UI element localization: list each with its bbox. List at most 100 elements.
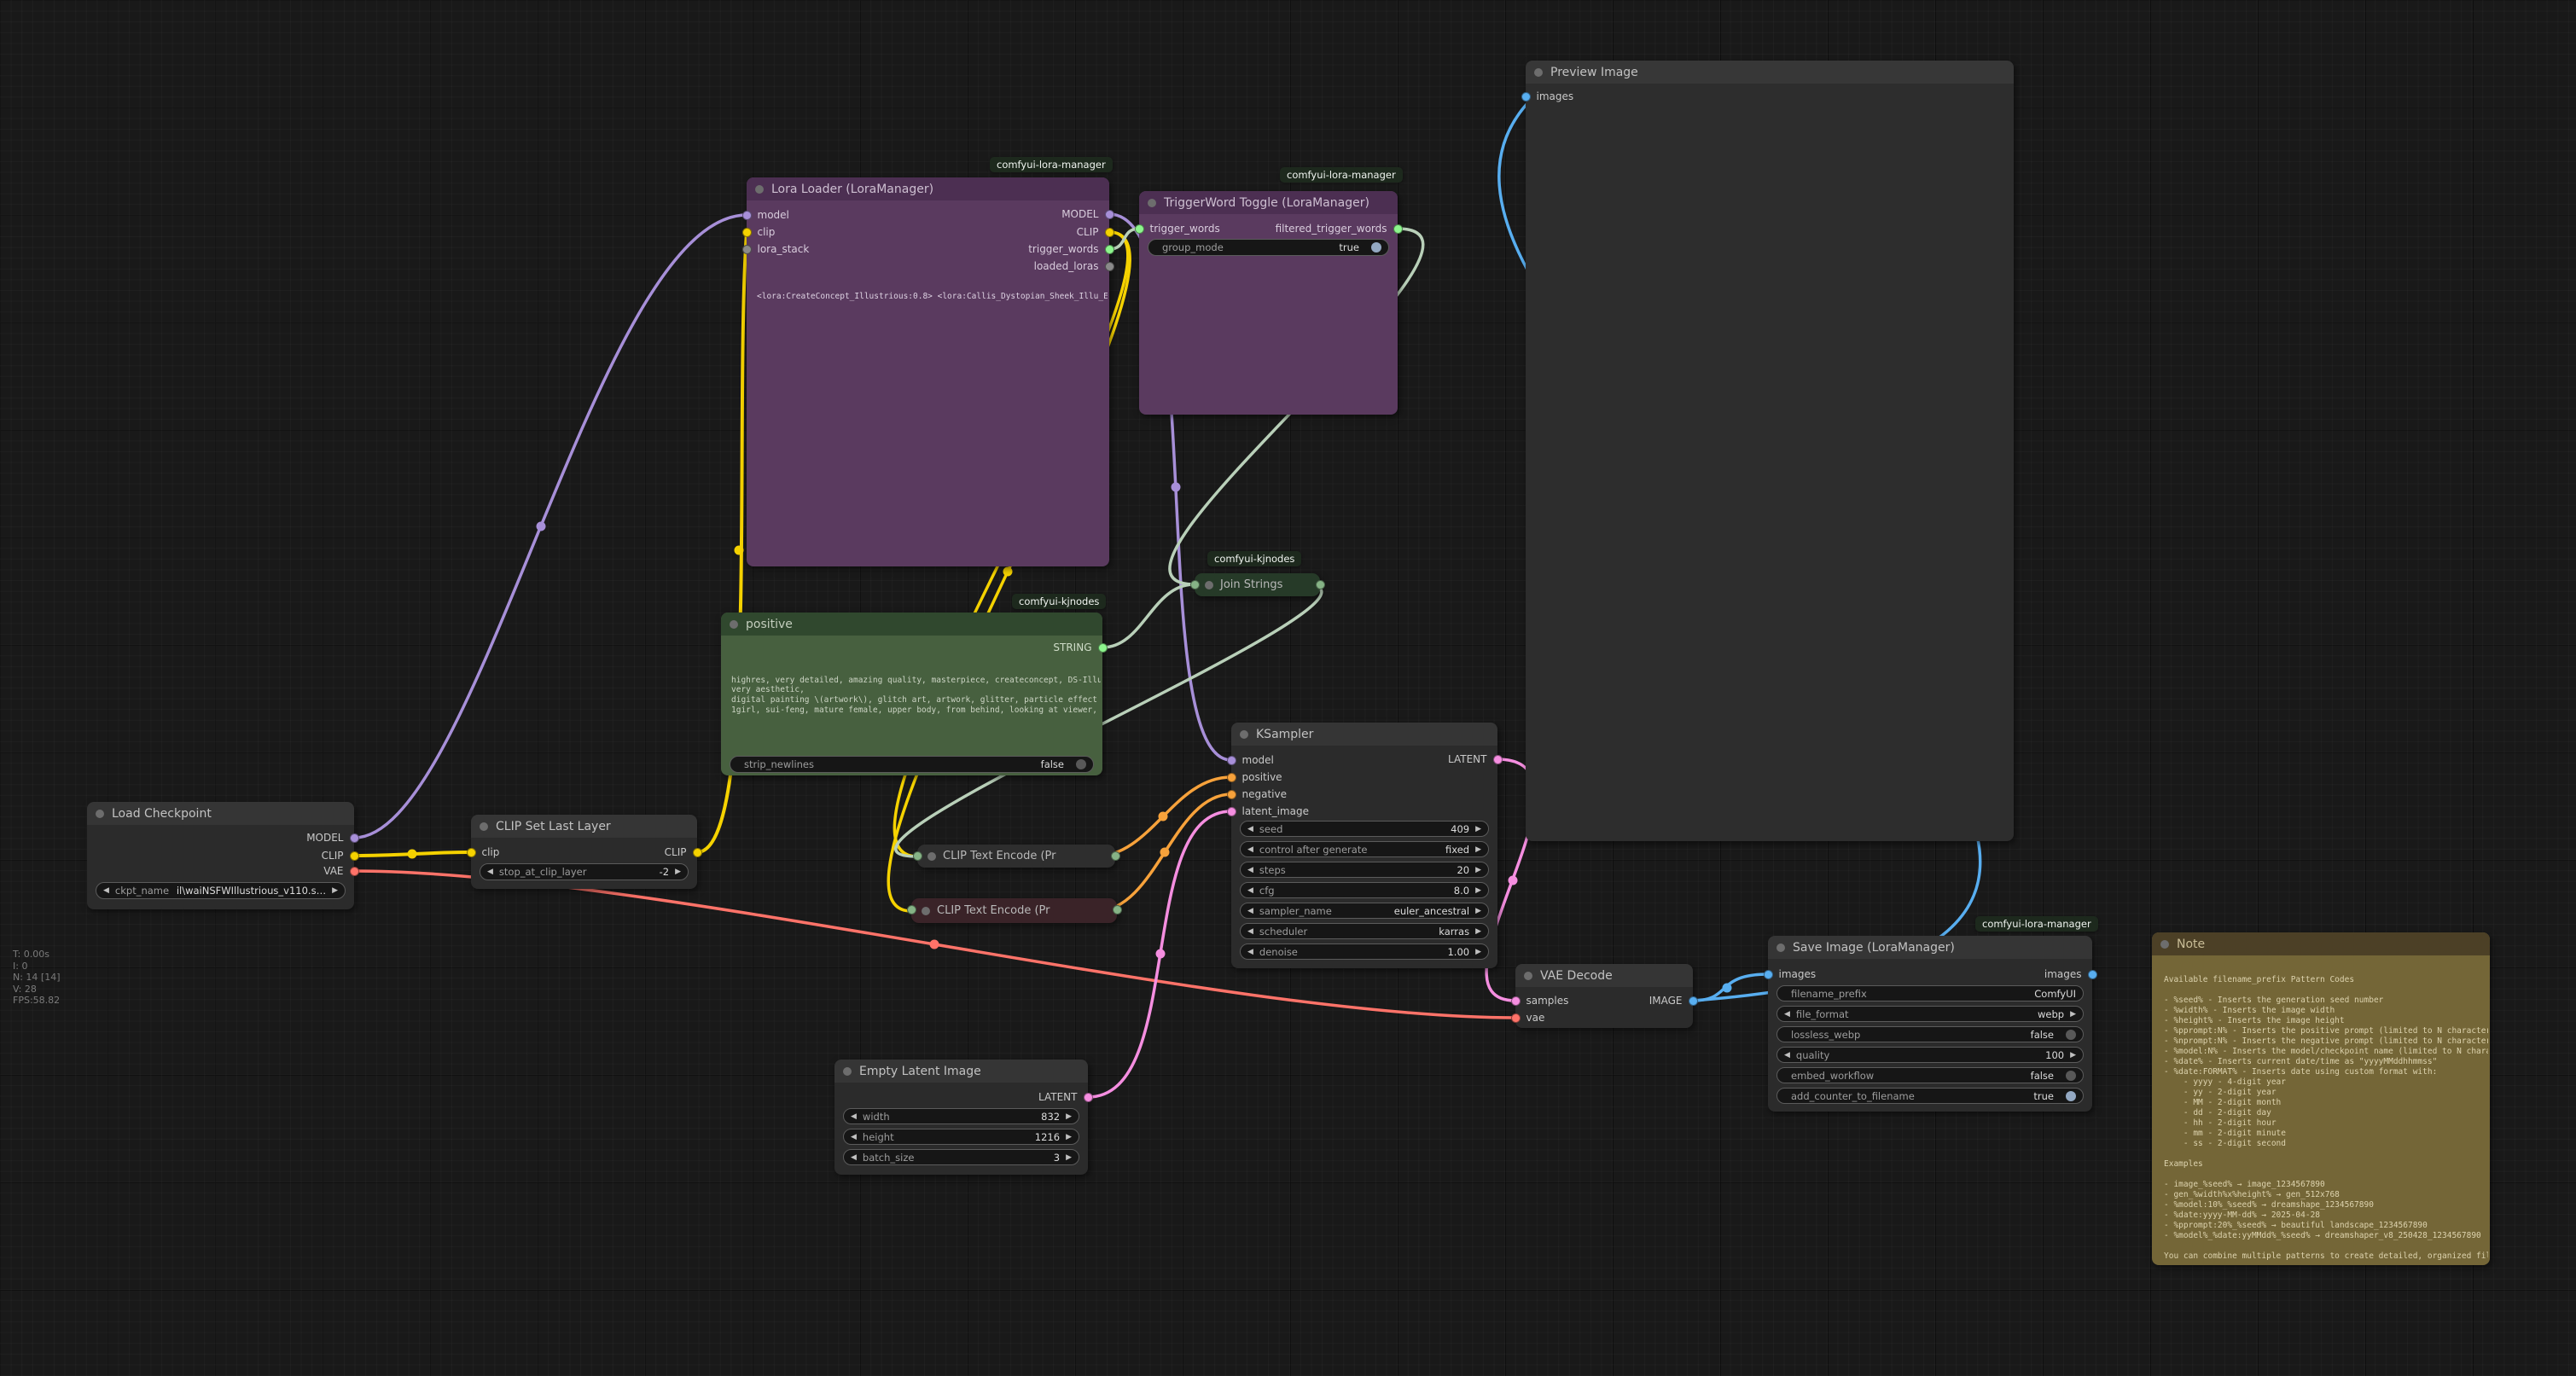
embed-workflow-toggle[interactable]: embed_workflowfalse	[1776, 1067, 2084, 1083]
combo-left-arrow-icon[interactable]: ◀	[1784, 1010, 1790, 1019]
comfyui-canvas[interactable]: { "colors": { "model": "#a78fd8", "clip"…	[0, 0, 2576, 1376]
lora-syntax-text[interactable]: <lora:CreateConcept_Illustrious:0.8> <lo…	[757, 292, 1108, 302]
stepper-left-arrow-icon[interactable]: ◀	[851, 1133, 857, 1141]
input-port-model[interactable]: model	[742, 207, 789, 223]
combo-right-arrow-icon[interactable]: ▶	[2070, 1010, 2076, 1019]
stepper-left-arrow-icon[interactable]: ◀	[1247, 886, 1253, 895]
stepper-left-arrow-icon[interactable]: ◀	[851, 1153, 857, 1162]
link-dot[interactable]	[1509, 876, 1518, 885]
link-dot[interactable]	[1159, 812, 1168, 822]
model-port-dot[interactable]	[1227, 756, 1236, 765]
input-port-model[interactable]: model	[1227, 752, 1274, 768]
collapsed-output-dot[interactable]	[1111, 851, 1120, 861]
model-port-dot[interactable]	[742, 211, 752, 220]
clip-port-dot[interactable]	[350, 851, 359, 861]
input-port-images[interactable]: images	[1521, 89, 1574, 104]
output-port-vae[interactable]: VAE	[323, 863, 358, 879]
link-dot[interactable]	[1003, 567, 1013, 577]
stepper-left-arrow-icon[interactable]: ◀	[1247, 825, 1253, 833]
toggle-knob[interactable]	[2066, 1030, 2076, 1040]
link-dot[interactable]	[537, 522, 546, 531]
combo-left-arrow-icon[interactable]: ◀	[1247, 927, 1253, 936]
combo-right-arrow-icon[interactable]: ▶	[332, 886, 338, 895]
input-port-trigger-words[interactable]: trigger_words	[1135, 221, 1220, 236]
link-dot[interactable]	[408, 850, 417, 859]
output-port-trigger-words[interactable]: trigger_words	[1028, 241, 1114, 257]
collapse-dot[interactable]	[2160, 940, 2169, 949]
conditioning-port-dot[interactable]	[1227, 790, 1236, 799]
node-triggerword-toggle[interactable]: TriggerWord Toggle (LoraManager) trigger…	[1139, 191, 1398, 415]
sampler-name-combo[interactable]: ◀sampler_nameeuler_ancestral▶	[1240, 903, 1489, 919]
input-port-negative[interactable]: negative	[1227, 787, 1287, 802]
width-stepper[interactable]: ◀width832▶	[843, 1108, 1079, 1124]
stepper-right-arrow-icon[interactable]: ▶	[1475, 948, 1481, 956]
loaded-loras-port-dot[interactable]	[1105, 262, 1114, 271]
collapsed-input-dot[interactable]	[913, 851, 922, 861]
output-port-model[interactable]: MODEL	[306, 830, 358, 845]
collapse-dot[interactable]	[1524, 972, 1532, 980]
stepper-right-arrow-icon[interactable]: ▶	[1066, 1133, 1072, 1141]
output-port-loaded-loras[interactable]: loaded_loras	[1034, 258, 1114, 274]
image-port-dot[interactable]	[1689, 996, 1698, 1006]
toggle-knob[interactable]	[1076, 759, 1086, 769]
height-stepper[interactable]: ◀height1216▶	[843, 1129, 1079, 1145]
collapse-dot[interactable]	[1534, 68, 1543, 77]
model-port-dot[interactable]	[350, 833, 359, 843]
link-dot[interactable]	[735, 546, 744, 555]
stepper-right-arrow-icon[interactable]: ▶	[1475, 825, 1481, 833]
node-title-bar[interactable]: TriggerWord Toggle (LoraManager)	[1139, 191, 1398, 214]
input-port-samples[interactable]: samples	[1511, 993, 1569, 1008]
output-port-latent[interactable]: LATENT	[1038, 1089, 1092, 1105]
collapsed-output-dot[interactable]	[1316, 580, 1325, 589]
image-port-dot[interactable]	[2088, 970, 2097, 979]
input-port-latent-image[interactable]: latent_image	[1227, 804, 1309, 819]
node-title-bar[interactable]: positive	[721, 613, 1102, 636]
seed-stepper[interactable]: ◀seed409▶	[1240, 821, 1489, 837]
stop-at-clip-layer-stepper[interactable]: ◀ stop_at_clip_layer -2 ▶	[480, 863, 689, 880]
vae-port-dot[interactable]	[1511, 1013, 1521, 1023]
batch-size-stepper[interactable]: ◀batch_size3▶	[843, 1149, 1079, 1165]
output-port-clip[interactable]: CLIP	[322, 848, 359, 863]
output-port-clip[interactable]: CLIP	[665, 845, 702, 860]
input-port-lora-stack[interactable]: lora_stack	[742, 241, 810, 257]
node-title-bar[interactable]: Empty Latent Image	[834, 1060, 1088, 1083]
collapse-dot[interactable]	[1240, 730, 1248, 739]
node-empty-latent-image[interactable]: Empty Latent Image LATENT ◀width832▶ ◀he…	[834, 1060, 1088, 1175]
node-title-bar[interactable]: Lora Loader (LoraManager)	[747, 177, 1109, 200]
model-port-dot[interactable]	[1105, 210, 1114, 219]
node-title-bar[interactable]: Save Image (LoraManager)	[1768, 936, 2092, 959]
node-positive-prompt[interactable]: positive STRING highres, very detailed, …	[721, 613, 1102, 775]
positive-prompt-text[interactable]: highres, very detailed, amazing quality,…	[731, 676, 1101, 716]
denoise-stepper[interactable]: ◀denoise1.00▶	[1240, 943, 1489, 960]
node-ksampler[interactable]: KSampler model positive negative latent_…	[1231, 723, 1497, 968]
conditioning-port-dot[interactable]	[1227, 773, 1236, 782]
combo-left-arrow-icon[interactable]: ◀	[1247, 845, 1253, 854]
node-vae-decode[interactable]: VAE Decode samples vae IMAGE	[1515, 964, 1693, 1028]
latent-port-dot[interactable]	[1227, 807, 1236, 816]
stepper-left-arrow-icon[interactable]: ◀	[1784, 1051, 1790, 1060]
output-port-image[interactable]: IMAGE	[1649, 993, 1698, 1008]
vae-port-dot[interactable]	[350, 867, 359, 876]
input-port-positive[interactable]: positive	[1227, 769, 1282, 785]
stepper-right-arrow-icon[interactable]: ▶	[1066, 1153, 1072, 1162]
node-clip-text-encode-negative[interactable]: CLIP Text Encode (Pr	[911, 898, 1117, 923]
filename-prefix-field[interactable]: filename_prefixComfyUI	[1776, 985, 2084, 1002]
stepper-right-arrow-icon[interactable]: ▶	[1475, 866, 1481, 874]
lora-stack-port-dot[interactable]	[742, 245, 752, 254]
collapse-dot[interactable]	[1148, 199, 1156, 207]
stepper-right-arrow-icon[interactable]: ▶	[1066, 1112, 1072, 1121]
collapse-dot[interactable]	[730, 620, 738, 629]
node-title-bar[interactable]: KSampler	[1231, 723, 1497, 746]
output-port-string[interactable]: STRING	[1053, 640, 1107, 655]
node-save-image[interactable]: Save Image (LoraManager) images images f…	[1768, 936, 2092, 1112]
filtered-trigger-words-port-dot[interactable]	[1393, 224, 1403, 234]
node-title-bar[interactable]: CLIP Set Last Layer	[471, 815, 697, 838]
add-counter-to-filename-toggle[interactable]: add_counter_to_filenametrue	[1776, 1088, 2084, 1104]
input-port-clip[interactable]: clip	[467, 845, 500, 860]
strip-newlines-toggle[interactable]: strip_newlines false	[730, 756, 1094, 773]
group-mode-toggle[interactable]: group_mode true	[1148, 239, 1389, 256]
clip-port-dot[interactable]	[467, 848, 476, 857]
stepper-right-arrow-icon[interactable]: ▶	[675, 868, 681, 876]
stepper-right-arrow-icon[interactable]: ▶	[2070, 1051, 2076, 1060]
node-title-bar[interactable]: VAE Decode	[1515, 964, 1693, 987]
